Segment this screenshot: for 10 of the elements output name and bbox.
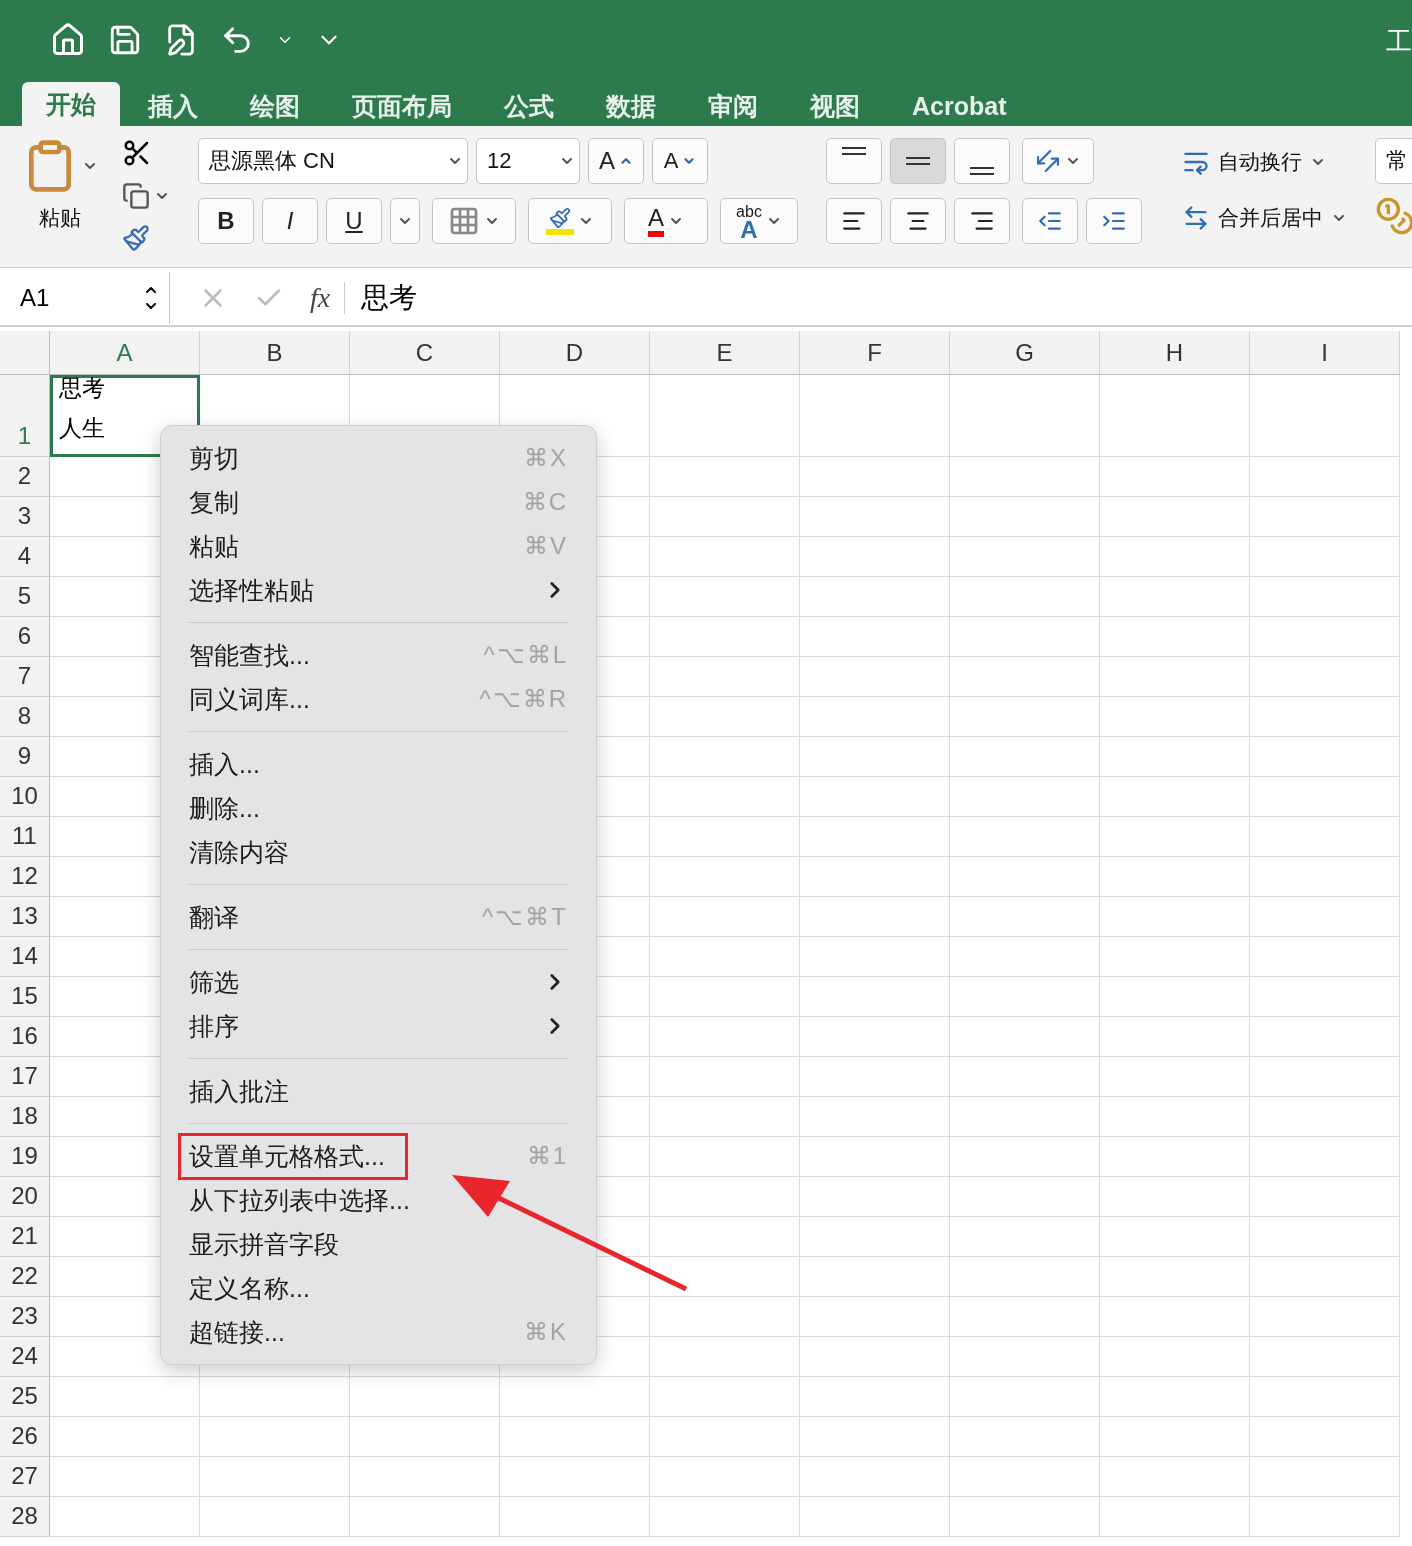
window-title: 工 bbox=[1386, 25, 1412, 58]
shortcut-label: ^⌥⌘R bbox=[479, 685, 568, 713]
paste-label: 粘贴 bbox=[39, 205, 81, 231]
shortcut-label: ^⌥⌘L bbox=[483, 641, 568, 669]
shortcut-label: ⌘K bbox=[524, 1318, 568, 1346]
shortcut-label: ⌘1 bbox=[526, 1142, 568, 1170]
shortcut-label: ⌘V bbox=[524, 532, 568, 560]
shortcut-label: ^⌥⌘T bbox=[482, 903, 568, 931]
shortcut-label: ⌘X bbox=[524, 444, 568, 472]
shortcut-label: ⌘C bbox=[522, 488, 568, 516]
